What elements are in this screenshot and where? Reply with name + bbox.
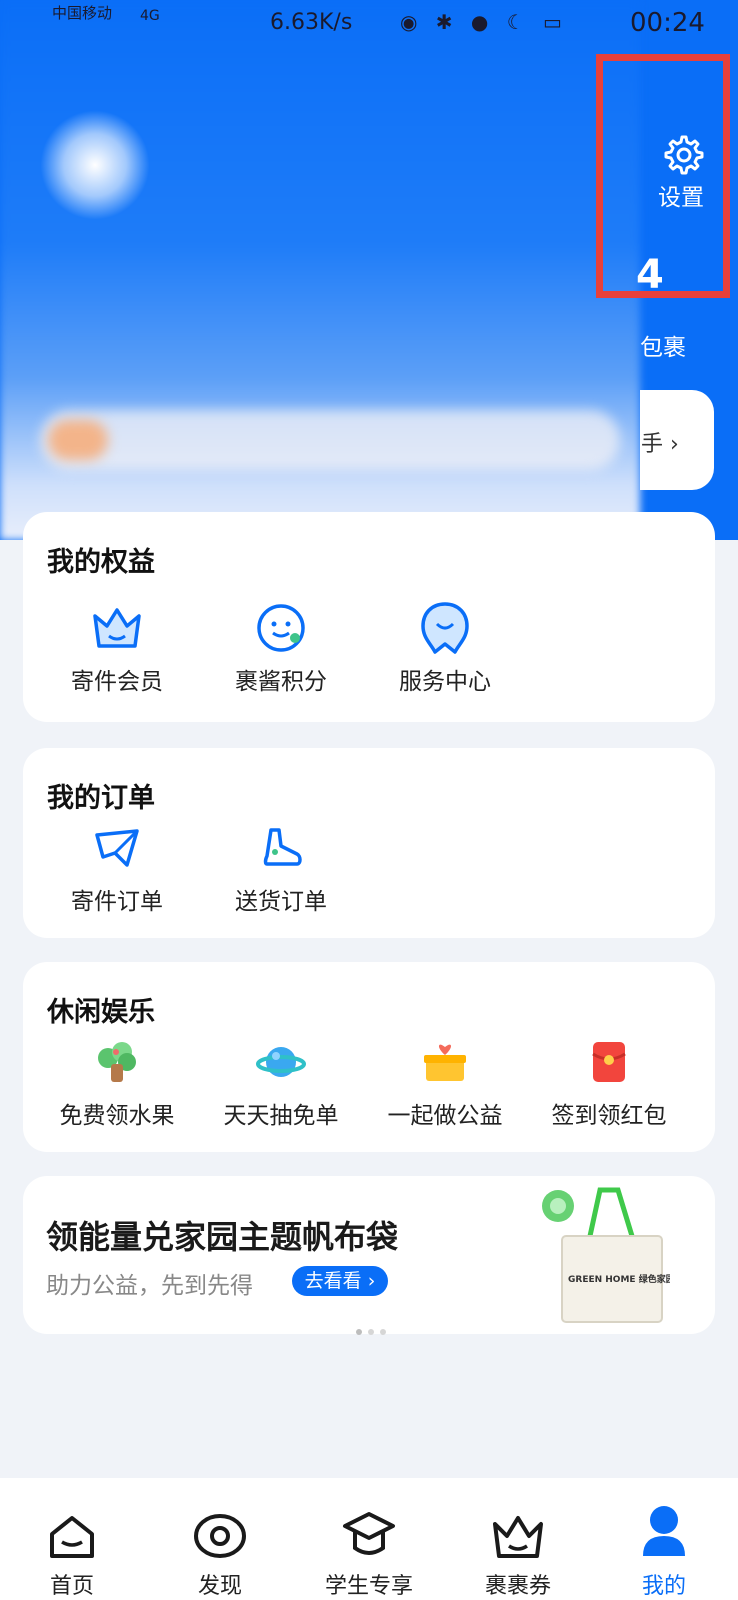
daily-draw-item[interactable]: 天天抽免单: [211, 1034, 351, 1130]
points-label: 裹酱积分: [235, 669, 327, 695]
member-item[interactable]: 寄件会员: [47, 600, 187, 696]
graduation-cap-icon: [343, 1512, 395, 1555]
boot-icon: [263, 828, 302, 866]
gear-icon: [664, 135, 704, 175]
banner-pagination: [356, 1320, 392, 1339]
speed-label: 6.63K/s: [270, 10, 353, 35]
helper-label: 手 ›: [641, 432, 679, 457]
free-fruit-label: 免费领水果: [59, 1103, 175, 1129]
gift-heart-icon: [424, 1044, 466, 1081]
crown-icon: [493, 1516, 543, 1558]
clock: 00:24: [630, 8, 705, 38]
red-packet-label: 签到领红包: [551, 1103, 667, 1129]
banner-go-button[interactable]: 去看看 ›: [292, 1266, 388, 1296]
leisure-card: 休闲娱乐 免费领水果 天天抽免单 一起做公益 签到领红包: [23, 962, 715, 1152]
paper-plane-icon: [95, 829, 139, 867]
tab-mine-label: 我的: [641, 1574, 686, 1599]
charity-item[interactable]: 一起做公益: [375, 1034, 515, 1130]
benefits-card: 我的权益 寄件会员 裹酱积分 服务中心: [23, 512, 715, 722]
settings-button[interactable]: [596, 54, 730, 298]
tab-coupons-label: 裹裹券: [484, 1574, 551, 1599]
home-icon: [50, 1516, 94, 1558]
tab-coupons[interactable]: 裹裹券: [458, 1478, 578, 1600]
planet-icon: [256, 1047, 306, 1077]
avatar[interactable]: [40, 110, 150, 220]
banner-title: 领能量兑家园主题帆布袋: [46, 1218, 399, 1256]
send-orders-item[interactable]: 寄件订单: [47, 820, 187, 916]
tab-mine[interactable]: 我的: [604, 1478, 724, 1600]
red-packet-item[interactable]: 签到领红包: [539, 1034, 679, 1130]
tab-home[interactable]: 首页: [12, 1478, 132, 1600]
tree-icon: [98, 1042, 136, 1082]
settings-label: 设置: [658, 185, 704, 211]
tab-student[interactable]: 学生专享: [309, 1478, 429, 1600]
service-center-label: 服务中心: [399, 669, 491, 695]
points-item[interactable]: 裹酱积分: [211, 600, 351, 696]
network-label: 4G: [140, 8, 160, 24]
send-orders-label: 寄件订单: [71, 889, 163, 915]
benefits-title: 我的权益: [47, 547, 155, 578]
blurred-badge: [48, 420, 108, 460]
profile-icon: [643, 1506, 685, 1556]
parcel-label: 包裹: [640, 335, 686, 361]
delivery-orders-item[interactable]: 送货订单: [211, 820, 351, 916]
orders-card: 我的订单 寄件订单 送货订单: [23, 748, 715, 938]
eye-icon: [194, 1514, 246, 1558]
daily-draw-label: 天天抽免单: [223, 1103, 339, 1129]
carrier-label: 中国移动: [52, 4, 113, 22]
service-icon: [421, 602, 469, 654]
red-packet-icon: [592, 1042, 626, 1082]
crown-icon: [93, 608, 141, 648]
tab-home-label: 首页: [49, 1574, 94, 1599]
status-icons: ◉ ✱ ● ☾ ▭: [400, 10, 568, 34]
charity-label: 一起做公益: [387, 1103, 503, 1129]
blurred-info-bar: [40, 410, 620, 470]
banner-subtitle: 助力公益，先到先得: [46, 1273, 253, 1299]
status-bar: 中国移动 4G 6.63K/s ◉ ✱ ● ☾ ▭ 00:24: [0, 0, 738, 46]
bottom-tab-bar: 首页 发现 学生专享 裹裹券 我的: [0, 1478, 738, 1600]
delivery-orders-label: 送货订单: [235, 889, 327, 915]
tote-bag-image: GREEN HOME 绿色家园1号居民: [542, 1187, 670, 1323]
tab-student-label: 学生专享: [324, 1574, 413, 1599]
free-fruit-item[interactable]: 免费领水果: [47, 1034, 187, 1130]
tote-bag-text: GREEN HOME 绿色家园1号居民: [568, 1273, 670, 1285]
member-label: 寄件会员: [71, 669, 163, 695]
leisure-title: 休闲娱乐: [47, 997, 155, 1028]
tab-discover[interactable]: 发现: [160, 1478, 280, 1600]
orders-title: 我的订单: [47, 783, 155, 814]
smiley-icon: [257, 604, 305, 652]
tab-discover-label: 发现: [197, 1574, 242, 1599]
service-center-item[interactable]: 服务中心: [375, 600, 515, 696]
